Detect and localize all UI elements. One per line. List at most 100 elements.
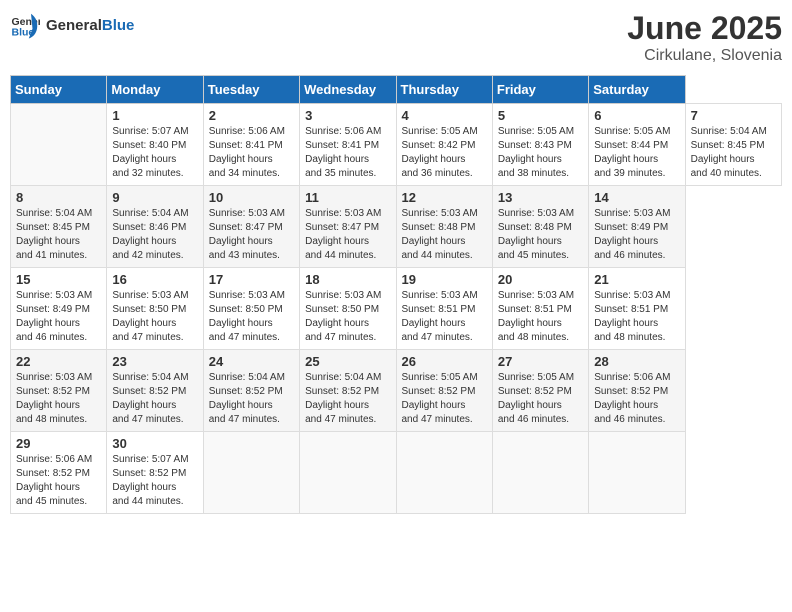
day-info: Sunrise: 5:03 AM Sunset: 8:48 PM Dayligh…: [402, 207, 487, 263]
day-number: 5: [498, 108, 583, 123]
calendar-cell: 17 Sunrise: 5:03 AM Sunset: 8:50 PM Dayl…: [203, 268, 299, 350]
day-info: Sunrise: 5:05 AM Sunset: 8:44 PM Dayligh…: [594, 125, 679, 181]
day-info: Sunrise: 5:03 AM Sunset: 8:51 PM Dayligh…: [594, 289, 679, 345]
day-number: 23: [112, 354, 197, 369]
day-info: Sunrise: 5:06 AM Sunset: 8:52 PM Dayligh…: [594, 371, 679, 427]
day-number: 29: [16, 436, 101, 451]
day-info: Sunrise: 5:05 AM Sunset: 8:52 PM Dayligh…: [498, 371, 583, 427]
calendar-cell: 23 Sunrise: 5:04 AM Sunset: 8:52 PM Dayl…: [107, 350, 203, 432]
day-info: Sunrise: 5:03 AM Sunset: 8:48 PM Dayligh…: [498, 207, 583, 263]
calendar-cell: 20 Sunrise: 5:03 AM Sunset: 8:51 PM Dayl…: [492, 268, 588, 350]
day-number: 4: [402, 108, 487, 123]
calendar-cell: 22 Sunrise: 5:03 AM Sunset: 8:52 PM Dayl…: [11, 350, 107, 432]
logo-icon: General Blue: [10, 10, 40, 40]
day-info: Sunrise: 5:06 AM Sunset: 8:52 PM Dayligh…: [16, 453, 101, 509]
calendar-cell: 25 Sunrise: 5:04 AM Sunset: 8:52 PM Dayl…: [300, 350, 396, 432]
day-number: 18: [305, 272, 390, 287]
calendar-cell: [203, 432, 299, 514]
day-number: 7: [691, 108, 776, 123]
calendar-cell: 28 Sunrise: 5:06 AM Sunset: 8:52 PM Dayl…: [589, 350, 685, 432]
calendar-cell: [396, 432, 492, 514]
day-number: 14: [594, 190, 679, 205]
day-number: 20: [498, 272, 583, 287]
calendar-cell: [300, 432, 396, 514]
day-number: 3: [305, 108, 390, 123]
day-number: 12: [402, 190, 487, 205]
logo-text: GeneralBlue: [46, 17, 134, 34]
month-title: June 2025: [627, 10, 782, 47]
header-monday: Monday: [107, 76, 203, 104]
day-info: Sunrise: 5:05 AM Sunset: 8:52 PM Dayligh…: [402, 371, 487, 427]
calendar-row: 1 Sunrise: 5:07 AM Sunset: 8:40 PM Dayli…: [11, 104, 782, 186]
calendar-row: 15 Sunrise: 5:03 AM Sunset: 8:49 PM Dayl…: [11, 268, 782, 350]
calendar-row: 22 Sunrise: 5:03 AM Sunset: 8:52 PM Dayl…: [11, 350, 782, 432]
calendar-cell: 21 Sunrise: 5:03 AM Sunset: 8:51 PM Dayl…: [589, 268, 685, 350]
day-number: 16: [112, 272, 197, 287]
day-info: Sunrise: 5:06 AM Sunset: 8:41 PM Dayligh…: [305, 125, 390, 181]
calendar-cell: 13 Sunrise: 5:03 AM Sunset: 8:48 PM Dayl…: [492, 186, 588, 268]
title-area: June 2025 Cirkulane, Slovenia: [627, 10, 782, 65]
day-number: 15: [16, 272, 101, 287]
calendar-cell: 1 Sunrise: 5:07 AM Sunset: 8:40 PM Dayli…: [107, 104, 203, 186]
calendar-cell: 4 Sunrise: 5:05 AM Sunset: 8:42 PM Dayli…: [396, 104, 492, 186]
header-friday: Friday: [492, 76, 588, 104]
calendar-cell: 6 Sunrise: 5:05 AM Sunset: 8:44 PM Dayli…: [589, 104, 685, 186]
day-number: 8: [16, 190, 101, 205]
header-tuesday: Tuesday: [203, 76, 299, 104]
calendar-cell: 16 Sunrise: 5:03 AM Sunset: 8:50 PM Dayl…: [107, 268, 203, 350]
calendar-cell: 2 Sunrise: 5:06 AM Sunset: 8:41 PM Dayli…: [203, 104, 299, 186]
calendar-cell: 29 Sunrise: 5:06 AM Sunset: 8:52 PM Dayl…: [11, 432, 107, 514]
calendar-cell: 26 Sunrise: 5:05 AM Sunset: 8:52 PM Dayl…: [396, 350, 492, 432]
calendar-cell: 10 Sunrise: 5:03 AM Sunset: 8:47 PM Dayl…: [203, 186, 299, 268]
calendar-cell: 24 Sunrise: 5:04 AM Sunset: 8:52 PM Dayl…: [203, 350, 299, 432]
day-number: 6: [594, 108, 679, 123]
day-number: 13: [498, 190, 583, 205]
calendar-cell: [11, 104, 107, 186]
day-info: Sunrise: 5:06 AM Sunset: 8:41 PM Dayligh…: [209, 125, 294, 181]
day-number: 27: [498, 354, 583, 369]
header-sunday: Sunday: [11, 76, 107, 104]
day-info: Sunrise: 5:03 AM Sunset: 8:50 PM Dayligh…: [305, 289, 390, 345]
day-info: Sunrise: 5:04 AM Sunset: 8:52 PM Dayligh…: [305, 371, 390, 427]
calendar-cell: 14 Sunrise: 5:03 AM Sunset: 8:49 PM Dayl…: [589, 186, 685, 268]
weekday-header-row: Sunday Monday Tuesday Wednesday Thursday…: [11, 76, 782, 104]
day-info: Sunrise: 5:07 AM Sunset: 8:40 PM Dayligh…: [112, 125, 197, 181]
calendar-cell: 5 Sunrise: 5:05 AM Sunset: 8:43 PM Dayli…: [492, 104, 588, 186]
day-info: Sunrise: 5:03 AM Sunset: 8:50 PM Dayligh…: [112, 289, 197, 345]
day-info: Sunrise: 5:04 AM Sunset: 8:52 PM Dayligh…: [112, 371, 197, 427]
logo: General Blue GeneralBlue: [10, 10, 134, 40]
calendar-cell: 9 Sunrise: 5:04 AM Sunset: 8:46 PM Dayli…: [107, 186, 203, 268]
day-info: Sunrise: 5:05 AM Sunset: 8:43 PM Dayligh…: [498, 125, 583, 181]
day-number: 2: [209, 108, 294, 123]
day-number: 25: [305, 354, 390, 369]
day-number: 21: [594, 272, 679, 287]
day-number: 22: [16, 354, 101, 369]
calendar-table: Sunday Monday Tuesday Wednesday Thursday…: [10, 75, 782, 514]
day-info: Sunrise: 5:03 AM Sunset: 8:51 PM Dayligh…: [498, 289, 583, 345]
calendar-cell: 7 Sunrise: 5:04 AM Sunset: 8:45 PM Dayli…: [685, 104, 781, 186]
day-info: Sunrise: 5:04 AM Sunset: 8:45 PM Dayligh…: [691, 125, 776, 181]
calendar-cell: 8 Sunrise: 5:04 AM Sunset: 8:45 PM Dayli…: [11, 186, 107, 268]
calendar-cell: 19 Sunrise: 5:03 AM Sunset: 8:51 PM Dayl…: [396, 268, 492, 350]
day-number: 10: [209, 190, 294, 205]
calendar-cell: 11 Sunrise: 5:03 AM Sunset: 8:47 PM Dayl…: [300, 186, 396, 268]
day-number: 1: [112, 108, 197, 123]
day-info: Sunrise: 5:03 AM Sunset: 8:47 PM Dayligh…: [305, 207, 390, 263]
day-number: 19: [402, 272, 487, 287]
day-number: 11: [305, 190, 390, 205]
day-number: 17: [209, 272, 294, 287]
day-info: Sunrise: 5:04 AM Sunset: 8:45 PM Dayligh…: [16, 207, 101, 263]
calendar-cell: 12 Sunrise: 5:03 AM Sunset: 8:48 PM Dayl…: [396, 186, 492, 268]
day-info: Sunrise: 5:04 AM Sunset: 8:46 PM Dayligh…: [112, 207, 197, 263]
day-info: Sunrise: 5:03 AM Sunset: 8:49 PM Dayligh…: [16, 289, 101, 345]
day-number: 28: [594, 354, 679, 369]
day-info: Sunrise: 5:03 AM Sunset: 8:47 PM Dayligh…: [209, 207, 294, 263]
day-info: Sunrise: 5:03 AM Sunset: 8:51 PM Dayligh…: [402, 289, 487, 345]
day-info: Sunrise: 5:03 AM Sunset: 8:50 PM Dayligh…: [209, 289, 294, 345]
calendar-row: 29 Sunrise: 5:06 AM Sunset: 8:52 PM Dayl…: [11, 432, 782, 514]
calendar-cell: 3 Sunrise: 5:06 AM Sunset: 8:41 PM Dayli…: [300, 104, 396, 186]
calendar-cell: [589, 432, 685, 514]
day-number: 30: [112, 436, 197, 451]
header-wednesday: Wednesday: [300, 76, 396, 104]
calendar-cell: [492, 432, 588, 514]
